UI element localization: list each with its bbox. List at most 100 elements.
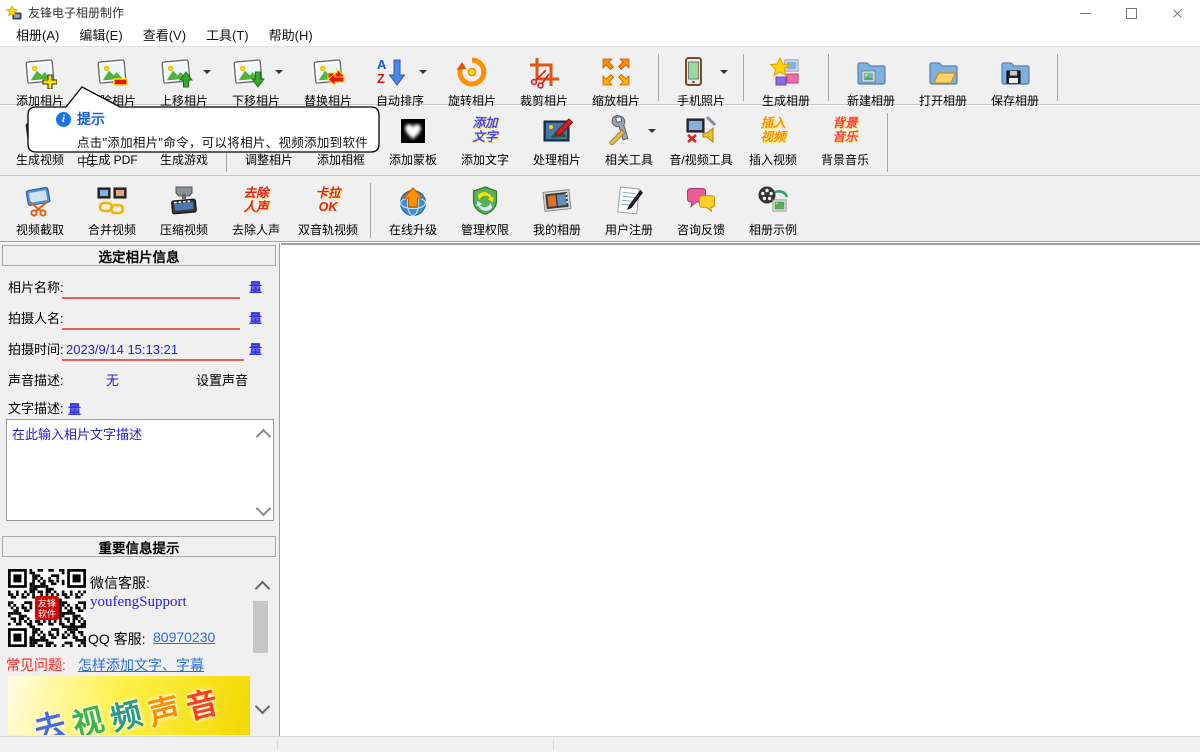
scale-photo-button[interactable]: 缩放相片 xyxy=(580,51,652,111)
toolbar-separator xyxy=(1057,54,1058,101)
phone-photos-button[interactable]: 手机照片 xyxy=(665,51,737,111)
sidebar-scroll-thumb[interactable] xyxy=(253,601,268,653)
video-capture-icon xyxy=(22,183,58,219)
feedback-icon xyxy=(683,183,719,219)
crop-photo-icon xyxy=(526,54,562,90)
save-album-button[interactable]: 保存相册 xyxy=(979,51,1051,111)
menu-help[interactable]: 帮助(H) xyxy=(259,22,323,47)
title-bar: 友锋电子相册制作 xyxy=(0,0,1200,22)
photographer-batch-button[interactable]: 量 xyxy=(249,308,262,327)
info-tips-header: 重要信息提示 xyxy=(2,536,276,557)
my-albums-label: 我的相册 xyxy=(533,221,581,238)
toolbar-row-3: 视频截取合并视频压缩视频去除 人声去除人声卡拉 OK双音轨视频在线升级管理权限我… xyxy=(0,176,1200,242)
photo-description-textarea[interactable]: 在此输入相片文字描述 xyxy=(6,419,274,521)
manage-permissions-button[interactable]: 管理权限 xyxy=(449,180,521,240)
add-mask-icon xyxy=(395,113,431,149)
promo-banner[interactable]: 去视频声音 xyxy=(8,676,250,735)
dual-track-video-icon: 卡拉 OK xyxy=(310,183,346,219)
feedback-button[interactable]: 咨询反馈 xyxy=(665,180,737,240)
sidebar-scroll-down-icon[interactable] xyxy=(255,699,271,715)
wechat-service-id: youfengSupport xyxy=(90,594,187,611)
svg-text:A: A xyxy=(377,57,387,72)
toolbar-separator xyxy=(828,54,829,101)
open-album-button[interactable]: 打开相册 xyxy=(907,51,979,111)
compress-video-button[interactable]: 压缩视频 xyxy=(148,180,220,240)
dropdown-arrow-icon[interactable] xyxy=(720,70,728,74)
menu-album[interactable]: 相册(A) xyxy=(6,22,69,47)
status-bar-divider xyxy=(277,739,278,750)
shoot-time-batch-button[interactable]: 量 xyxy=(249,339,262,358)
add-text-button[interactable]: 添加 文字添加文字 xyxy=(449,110,521,170)
album-examples-button[interactable]: 相册示例 xyxy=(737,180,809,240)
menu-edit[interactable]: 编辑(E) xyxy=(69,22,132,47)
shoot-time-label: 拍摄时间: xyxy=(8,339,64,358)
banner-char: 音 xyxy=(181,677,222,728)
svg-text:软件: 软件 xyxy=(38,608,56,619)
dual-track-video-label: 双音轨视频 xyxy=(298,221,358,238)
menu-tools[interactable]: 工具(T) xyxy=(196,22,259,47)
set-sound-button[interactable]: 设置声音 xyxy=(196,370,248,389)
online-upgrade-button[interactable]: 在线升级 xyxy=(377,180,449,240)
svg-text:友锋: 友锋 xyxy=(38,598,56,609)
related-tools-label: 相关工具 xyxy=(605,151,653,168)
close-icon xyxy=(1172,8,1183,19)
av-tools-button[interactable]: 音/视频工具 xyxy=(665,110,737,170)
bg-music-button[interactable]: 背景 音乐背景音乐 xyxy=(809,110,881,170)
info-icon: i xyxy=(56,112,71,127)
process-photo-button[interactable]: 处理相片 xyxy=(521,110,593,170)
merge-video-button[interactable]: 合并视频 xyxy=(76,180,148,240)
online-upgrade-icon xyxy=(395,183,431,219)
tooltip-title: 提示 xyxy=(77,109,105,129)
insert-video-button[interactable]: 插入 视频插入视频 xyxy=(737,110,809,170)
rotate-photo-button[interactable]: 旋转相片 xyxy=(436,51,508,111)
dual-track-video-button[interactable]: 卡拉 OK 双音轨视频 xyxy=(292,180,364,240)
minimize-icon xyxy=(1080,13,1091,14)
toolbar-separator xyxy=(887,113,888,172)
remove-vocal-button[interactable]: 去除 人声去除人声 xyxy=(220,180,292,240)
online-upgrade-label: 在线升级 xyxy=(389,221,437,238)
photo-name-label: 相片名称: xyxy=(8,277,64,296)
menu-view[interactable]: 查看(V) xyxy=(133,22,196,47)
album-canvas[interactable] xyxy=(281,243,1200,736)
dropdown-arrow-icon[interactable] xyxy=(275,70,283,74)
video-capture-label: 视频截取 xyxy=(16,221,64,238)
maximize-icon xyxy=(1126,8,1137,19)
generate-album-button[interactable]: 生成相册 xyxy=(750,51,822,111)
dropdown-arrow-icon[interactable] xyxy=(648,129,656,133)
shoot-time-input[interactable]: 2023/9/14 15:13:21 xyxy=(62,342,244,361)
tooltip-popup: i 提示 点击"添加相片"命令，可以将相片、视频添加到软件中。 xyxy=(20,82,388,158)
remove-vocal-label: 去除人声 xyxy=(232,221,280,238)
feedback-label: 咨询反馈 xyxy=(677,221,725,238)
photo-name-input[interactable] xyxy=(62,280,240,299)
my-albums-button[interactable]: 我的相册 xyxy=(521,180,593,240)
process-photo-label: 处理相片 xyxy=(533,151,581,168)
dropdown-arrow-icon[interactable] xyxy=(203,70,211,74)
rotate-photo-icon xyxy=(454,54,490,90)
photographer-input[interactable] xyxy=(62,311,240,330)
remove-vocal-icon: 去除 人声 xyxy=(238,183,274,219)
phone-photos-icon xyxy=(675,54,711,90)
video-capture-button[interactable]: 视频截取 xyxy=(4,180,76,240)
open-album-icon xyxy=(925,54,961,90)
related-tools-button[interactable]: 相关工具 xyxy=(593,110,665,170)
merge-video-icon xyxy=(94,183,130,219)
status-bar-divider xyxy=(553,739,554,750)
qq-service-link[interactable]: 80970230 xyxy=(153,629,215,645)
user-register-button[interactable]: 用户注册 xyxy=(593,180,665,240)
faq-link[interactable]: 怎样添加文字、字幕 xyxy=(78,655,204,675)
crop-photo-button[interactable]: 裁剪相片 xyxy=(508,51,580,111)
tooltip-text: 点击"添加相片"命令，可以将相片、视频添加到软件中。 xyxy=(77,132,388,170)
banner-char: 视 xyxy=(67,693,108,735)
manage-permissions-label: 管理权限 xyxy=(461,221,509,238)
new-album-button[interactable]: 新建相册 xyxy=(835,51,907,111)
user-register-icon xyxy=(611,183,647,219)
photo-name-batch-button[interactable]: 量 xyxy=(249,277,262,296)
wechat-qr-code: 友锋软件 xyxy=(8,567,86,649)
insert-video-label: 插入视频 xyxy=(749,151,797,168)
bg-music-label: 背景音乐 xyxy=(821,151,869,168)
text-desc-batch-button[interactable]: 量 xyxy=(68,399,81,418)
window-title: 友锋电子相册制作 xyxy=(28,4,124,21)
add-mask-label: 添加蒙板 xyxy=(389,151,437,168)
dropdown-arrow-icon[interactable] xyxy=(419,70,427,74)
sidebar-scroll-up-icon[interactable] xyxy=(255,581,271,597)
